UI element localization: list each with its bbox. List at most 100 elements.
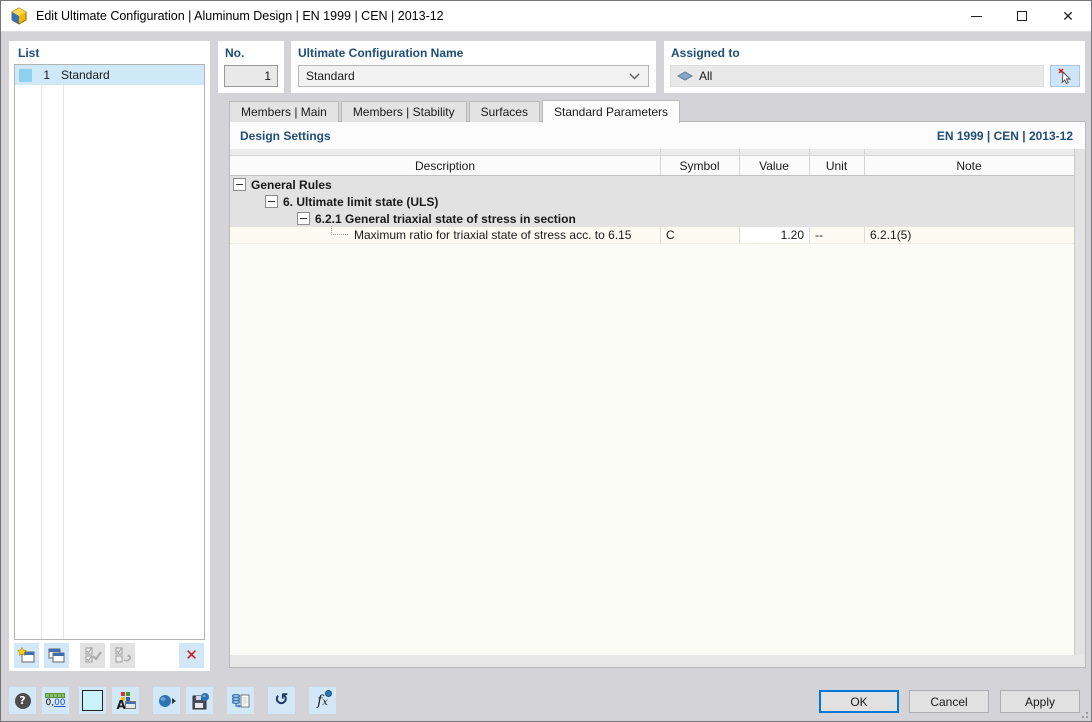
deselect-icon xyxy=(115,647,131,663)
number-label: No. xyxy=(225,46,245,60)
collapse-toggle-icon[interactable] xyxy=(265,195,278,208)
list-item-name: Standard xyxy=(61,68,110,82)
select-objects-button[interactable] xyxy=(1050,65,1080,87)
assigned-to-panel: Assigned to All xyxy=(664,41,1085,93)
column-header-unit: Unit xyxy=(825,158,848,173)
table-row-general-rules[interactable]: General Rules xyxy=(230,176,1074,193)
assigned-to-field[interactable]: All xyxy=(670,65,1044,87)
configuration-list[interactable]: 1 Standard xyxy=(14,64,205,640)
collapse-toggle-icon[interactable] xyxy=(233,178,246,191)
reset-defaults-button[interactable]: ↺ xyxy=(268,687,295,714)
standard-reference: EN 1999 | CEN | 2013-12 xyxy=(936,128,1073,143)
parameter-symbol: C xyxy=(660,227,739,243)
import-settings-button[interactable] xyxy=(227,687,254,714)
deselect-button xyxy=(110,642,135,668)
assigned-to-label: Assigned to xyxy=(671,46,740,60)
column-header-note: Note xyxy=(956,158,982,173)
configuration-name-dropdown[interactable]: Standard xyxy=(298,65,649,87)
save-as-default-button[interactable] xyxy=(186,687,213,714)
grid-column-headers: Description Symbol Value Unit Note xyxy=(230,156,1074,176)
group-label: 6. Ultimate limit state (ULS) xyxy=(283,194,439,209)
list-toolbar: ✕ xyxy=(14,642,205,668)
minimize-button[interactable] xyxy=(953,1,999,31)
pick-cursor-icon xyxy=(1058,68,1072,84)
reset-icon: ↺ xyxy=(274,690,289,710)
vertical-scrollbar[interactable] xyxy=(1074,149,1085,655)
standard-parameters-page: Design Settings EN 1999 | CEN | 2013-12 … xyxy=(229,121,1086,668)
color-swatch-icon xyxy=(19,68,32,82)
list-column-divider xyxy=(41,65,42,639)
maximize-button[interactable] xyxy=(999,1,1045,31)
parameter-unit: -- xyxy=(809,227,864,243)
transfer-settings-button[interactable] xyxy=(153,687,180,714)
parameters-grid: Description Symbol Value Unit Note Gener… xyxy=(230,149,1085,655)
apply-button[interactable]: Apply xyxy=(1000,690,1080,713)
resize-grip[interactable] xyxy=(1078,708,1088,718)
units-settings-button[interactable]: 0,00 xyxy=(42,687,69,714)
font-color-icon: A xyxy=(116,691,136,712)
delete-icon: ✕ xyxy=(185,646,198,664)
select-all-button xyxy=(80,642,105,668)
display-properties-button[interactable]: A xyxy=(112,687,139,714)
select-all-icon xyxy=(85,647,102,663)
table-row-max-ratio-parameter[interactable]: Maximum ratio for triaxial state of stre… xyxy=(230,226,1074,244)
parameter-value-input[interactable]: 1.20 xyxy=(739,227,809,243)
new-configuration-button[interactable] xyxy=(14,642,39,668)
number-panel: No. 1 xyxy=(218,41,284,93)
dialog-toolbar: ? 0,00 A ↺ fx xyxy=(9,687,342,714)
configuration-name-label: Ultimate Configuration Name xyxy=(298,46,464,60)
object-diamond-icon xyxy=(677,71,693,81)
list-panel-title: List xyxy=(18,46,40,60)
color-swatch-icon xyxy=(82,690,103,711)
column-header-symbol: Symbol xyxy=(679,158,720,173)
cancel-button[interactable]: Cancel xyxy=(909,690,989,713)
group-label: 6.2.1 General triaxial state of stress i… xyxy=(315,211,576,226)
save-icon xyxy=(192,692,209,709)
ok-button[interactable]: OK xyxy=(819,690,899,713)
new-configuration-icon xyxy=(17,646,35,662)
help-icon: ? xyxy=(14,692,31,709)
chevron-down-icon xyxy=(629,73,640,79)
dialog-window: Edit Ultimate Configuration | Aluminum D… xyxy=(0,0,1092,722)
tab-members-stability[interactable]: Members | Stability xyxy=(340,101,467,122)
color-settings-button[interactable] xyxy=(79,687,106,714)
units-icon: 0,00 xyxy=(45,693,66,708)
column-header-value: Value xyxy=(759,158,789,173)
formula-button[interactable]: fx xyxy=(309,687,336,714)
transfer-globe-icon xyxy=(158,694,176,707)
parameter-description: Maximum ratio for triaxial state of stre… xyxy=(354,228,632,242)
table-row-ultimate-limit-state[interactable]: 6. Ultimate limit state (ULS) xyxy=(230,193,1074,210)
formula-icon: fx xyxy=(317,689,332,709)
number-input[interactable]: 1 xyxy=(224,65,278,87)
section-title: Design Settings xyxy=(240,128,331,143)
configuration-name-panel: Ultimate Configuration Name Standard xyxy=(291,41,656,93)
import-document-icon xyxy=(231,693,249,708)
maximize-icon xyxy=(1017,11,1027,21)
copy-configuration-icon xyxy=(48,648,65,662)
app-icon xyxy=(11,7,27,25)
assigned-to-value: All xyxy=(699,69,713,83)
column-header-description: Description xyxy=(414,158,476,173)
tab-surfaces[interactable]: Surfaces xyxy=(468,101,540,122)
help-button[interactable]: ? xyxy=(9,687,36,714)
delete-configuration-button[interactable]: ✕ xyxy=(179,642,204,668)
grid-header-strip xyxy=(230,149,1074,156)
close-button[interactable]: ✕ xyxy=(1045,1,1091,31)
list-item-standard[interactable]: 1 Standard xyxy=(15,65,204,85)
parameter-note: 6.2.1(5) xyxy=(864,227,1074,243)
tab-standard-parameters[interactable]: Standard Parameters xyxy=(541,100,681,123)
list-panel: List 1 Standard ✕ xyxy=(9,41,210,671)
tree-elbow-connector xyxy=(331,226,348,235)
configuration-name-value: Standard xyxy=(306,69,355,83)
minimize-icon xyxy=(970,15,982,17)
collapse-toggle-icon[interactable] xyxy=(297,212,310,225)
table-row-triaxial-stress-section[interactable]: 6.2.1 General triaxial state of stress i… xyxy=(230,210,1074,227)
list-item-number: 1 xyxy=(43,68,50,82)
title-bar: Edit Ultimate Configuration | Aluminum D… xyxy=(1,1,1091,32)
close-icon: ✕ xyxy=(1062,8,1074,24)
copy-configuration-button[interactable] xyxy=(44,642,69,668)
tab-members-main[interactable]: Members | Main xyxy=(229,101,339,122)
tab-bar: Members | Main Members | Stability Surfa… xyxy=(229,100,682,123)
design-settings-header: Design Settings EN 1999 | CEN | 2013-12 xyxy=(230,122,1085,149)
list-column-divider xyxy=(63,65,64,639)
